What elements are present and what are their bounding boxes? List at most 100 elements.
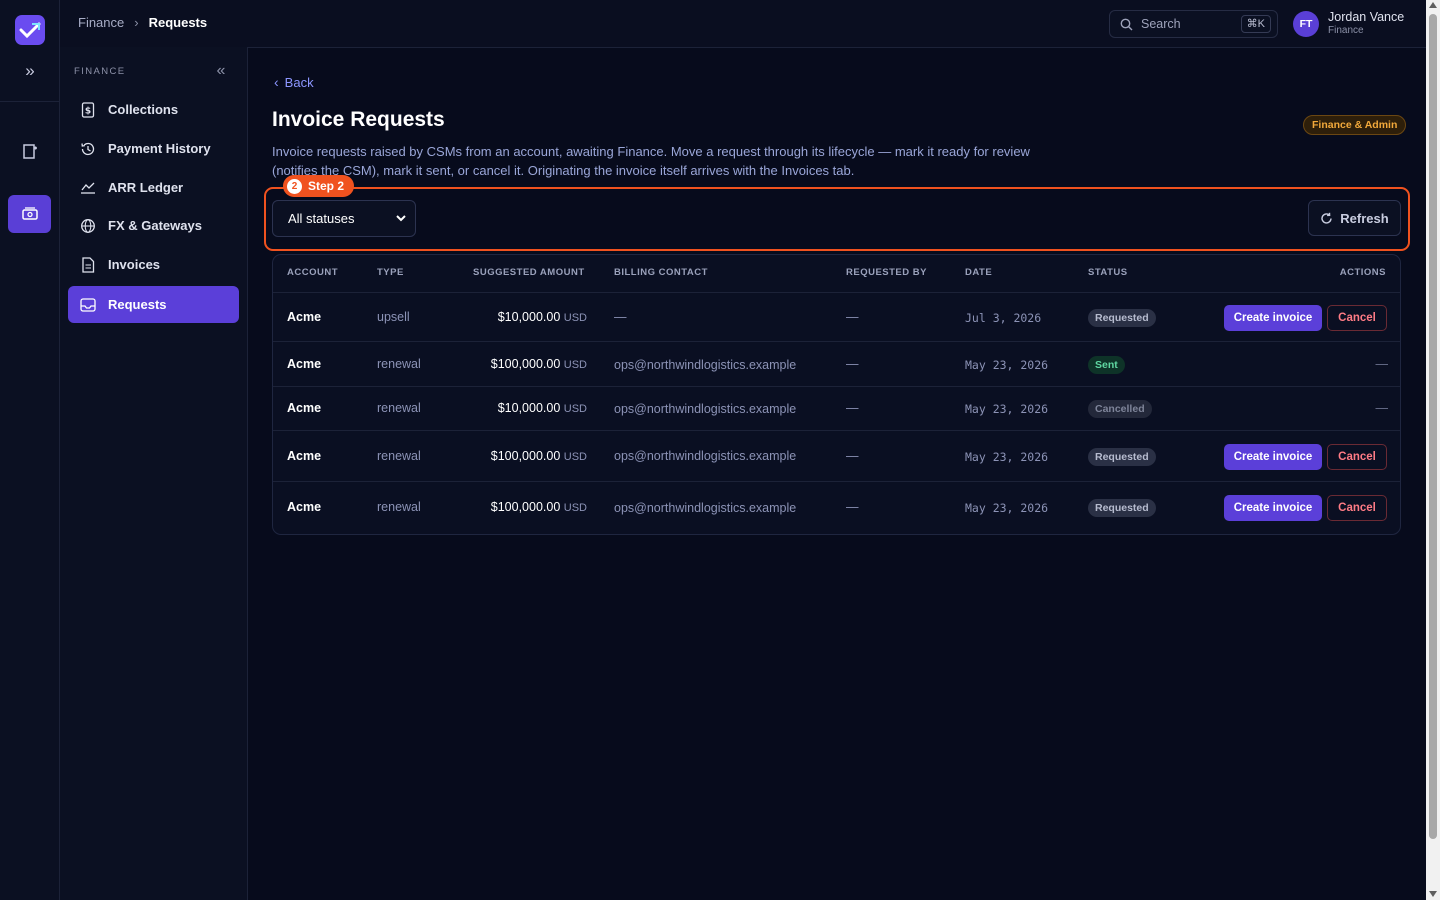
sidebar-item-invoices[interactable]: Invoices [68, 246, 239, 283]
cell-date: May 23, 2026 [965, 501, 1049, 515]
rail-finance-icon[interactable] [8, 195, 51, 233]
status-badge: Cancelled [1088, 400, 1152, 418]
column-header-date: DATE [965, 267, 993, 278]
table-row[interactable]: Acme renewal $100,000.00 USD ops@northwi… [273, 341, 1400, 385]
table-row[interactable]: Acme renewal $100,000.00 USD ops@northwi… [273, 481, 1400, 534]
sidebar-item-collections[interactable]: $ Collections [68, 91, 239, 128]
sidebar-item-fx-gateways[interactable]: FX & Gateways [68, 207, 239, 244]
cell-date: May 23, 2026 [965, 450, 1049, 464]
amount-value: $100,000.00 [490, 357, 561, 371]
amount-currency: USD [563, 312, 587, 324]
breadcrumb-finance[interactable]: Finance [78, 15, 124, 30]
page-scrollbar[interactable] [1426, 0, 1440, 900]
amount-currency: USD [563, 502, 587, 514]
cell-account[interactable]: Acme [287, 449, 321, 463]
tour-step-number: 2 [287, 178, 302, 194]
amount-value: $100,000.00 [490, 500, 561, 514]
status-badge: Requested [1088, 309, 1156, 327]
column-header-contact: BILLING CONTACT [614, 267, 708, 278]
icon-rail: » [0, 0, 60, 900]
create-invoice-button[interactable]: Create invoice [1224, 495, 1322, 521]
search-icon [1120, 18, 1133, 30]
user-name[interactable]: Jordan Vance [1328, 10, 1404, 24]
sidebar: FINANCE « $ Collections Payment History … [60, 47, 248, 900]
cell-requested-by: — [846, 500, 859, 514]
chevron-left-icon: ‹ [274, 74, 279, 90]
amount-currency: USD [563, 359, 587, 371]
sidebar-item-label: Invoices [108, 257, 161, 272]
cell-contact[interactable]: ops@northwindlogistics.example [614, 402, 796, 416]
column-header-amount: SUGGESTED AMOUNT [473, 267, 585, 278]
document-icon [80, 256, 96, 273]
cell-amount: $10,000.00 USD [498, 310, 587, 324]
column-header-status: STATUS [1088, 267, 1128, 278]
cell-account[interactable]: Acme [287, 357, 321, 371]
table-row[interactable]: Acme renewal $10,000.00 USD ops@northwin… [273, 386, 1400, 430]
sidebar-item-label: FX & Gateways [108, 218, 202, 233]
amount-value: $10,000.00 [497, 310, 561, 324]
scroll-down-icon[interactable] [1429, 891, 1437, 897]
table-row[interactable]: Acme renewal $100,000.00 USD ops@northwi… [273, 430, 1400, 481]
cell-contact[interactable]: ops@northwindlogistics.example [614, 501, 796, 515]
cell-contact[interactable]: ops@northwindlogistics.example [614, 358, 796, 372]
search-placeholder: Search [1141, 17, 1181, 31]
chevron-right-icon: › [134, 15, 139, 30]
amount-value: $10,000.00 [497, 401, 561, 415]
sidebar-section-label: FINANCE [74, 66, 126, 77]
sidebar-item-requests[interactable]: Requests [68, 286, 239, 323]
inbox-icon [80, 297, 96, 313]
breadcrumb: Finance › Requests [78, 15, 207, 30]
table-row[interactable]: Acme upsell $10,000.00 USD — — Jul 3, 20… [273, 292, 1400, 340]
cell-amount: $10,000.00 USD [498, 401, 587, 415]
breadcrumb-requests: Requests [148, 15, 208, 30]
scrollbar-thumb[interactable] [1429, 14, 1437, 839]
cell-type: renewal [377, 449, 421, 463]
column-header-requested-by: REQUESTED BY [846, 267, 927, 278]
cell-amount: $100,000.00 USD [491, 357, 587, 371]
tour-step-label: Step 2 [308, 179, 345, 193]
search-input[interactable]: Search ⌘K [1109, 10, 1278, 38]
column-header-type: TYPE [377, 267, 404, 278]
sidebar-item-label: Requests [108, 297, 167, 312]
amount-currency: USD [563, 451, 587, 463]
cell-date: May 23, 2026 [965, 402, 1049, 416]
cell-date: Jul 3, 2026 [965, 311, 1042, 325]
create-invoice-button[interactable]: Create invoice [1224, 444, 1322, 470]
sidebar-item-label: ARR Ledger [108, 180, 184, 195]
create-invoice-button[interactable]: Create invoice [1224, 305, 1322, 331]
sidebar-item-arr-ledger[interactable]: ARR Ledger [68, 169, 239, 206]
scroll-up-icon[interactable] [1429, 2, 1437, 8]
history-icon [80, 141, 96, 157]
rail-accounts-icon[interactable] [8, 132, 51, 170]
column-header-account: ACCOUNT [287, 267, 338, 278]
tour-step-highlight [264, 187, 1410, 251]
page-title: Invoice Requests [272, 108, 445, 131]
cell-contact[interactable]: ops@northwindlogistics.example [614, 449, 796, 463]
cell-account[interactable]: Acme [287, 310, 321, 324]
requests-table: ACCOUNT TYPE SUGGESTED AMOUNT BILLING CO… [272, 254, 1401, 535]
column-header-actions: ACTIONS [1339, 267, 1386, 278]
cell-type: renewal [377, 500, 421, 514]
actions-placeholder: — [1375, 401, 1389, 415]
status-badge: Requested [1088, 499, 1156, 517]
app-logo-icon[interactable] [15, 15, 45, 45]
avatar[interactable]: FT [1293, 11, 1319, 37]
cell-contact: — [614, 310, 627, 324]
sidebar-item-payment-history[interactable]: Payment History [68, 130, 239, 167]
cell-type: renewal [377, 357, 421, 371]
cancel-request-button[interactable]: Cancel [1327, 444, 1387, 470]
globe-icon [80, 218, 96, 234]
cell-account[interactable]: Acme [287, 500, 321, 514]
back-link[interactable]: ‹ Back [274, 74, 314, 90]
cell-account[interactable]: Acme [287, 401, 321, 415]
cell-type: renewal [377, 401, 421, 415]
cancel-request-button[interactable]: Cancel [1327, 305, 1387, 331]
cell-requested-by: — [846, 357, 859, 371]
status-badge: Sent [1088, 356, 1125, 374]
cell-requested-by: — [846, 310, 859, 324]
expand-sidebar-icon[interactable]: » [21, 60, 39, 82]
chart-line-icon [80, 180, 96, 196]
collapse-sidebar-icon[interactable]: « [212, 61, 230, 81]
cancel-request-button[interactable]: Cancel [1327, 495, 1387, 521]
cell-requested-by: — [846, 449, 859, 463]
